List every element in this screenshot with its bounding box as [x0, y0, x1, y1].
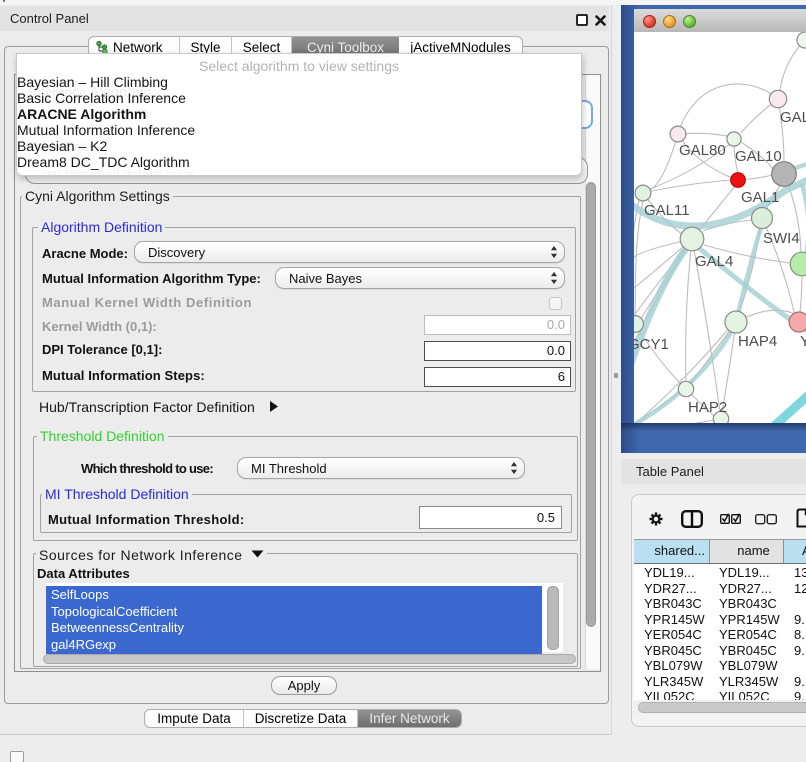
- svg-text:HAP2: HAP2: [688, 399, 727, 416]
- svg-text:GAL11: GAL11: [644, 202, 690, 219]
- svg-text:GAL10: GAL10: [735, 148, 782, 165]
- svg-text:GAL80: GAL80: [679, 142, 726, 159]
- svg-text:GCY1: GCY1: [634, 336, 669, 353]
- svg-text:GAL7: GAL7: [780, 109, 806, 126]
- svg-text:YM: YM: [800, 333, 806, 350]
- svg-text:HAP4: HAP4: [738, 333, 777, 350]
- svg-text:GAL4: GAL4: [695, 253, 733, 270]
- svg-text:GAL1: GAL1: [741, 189, 779, 206]
- svg-text:SWI4: SWI4: [763, 230, 800, 247]
